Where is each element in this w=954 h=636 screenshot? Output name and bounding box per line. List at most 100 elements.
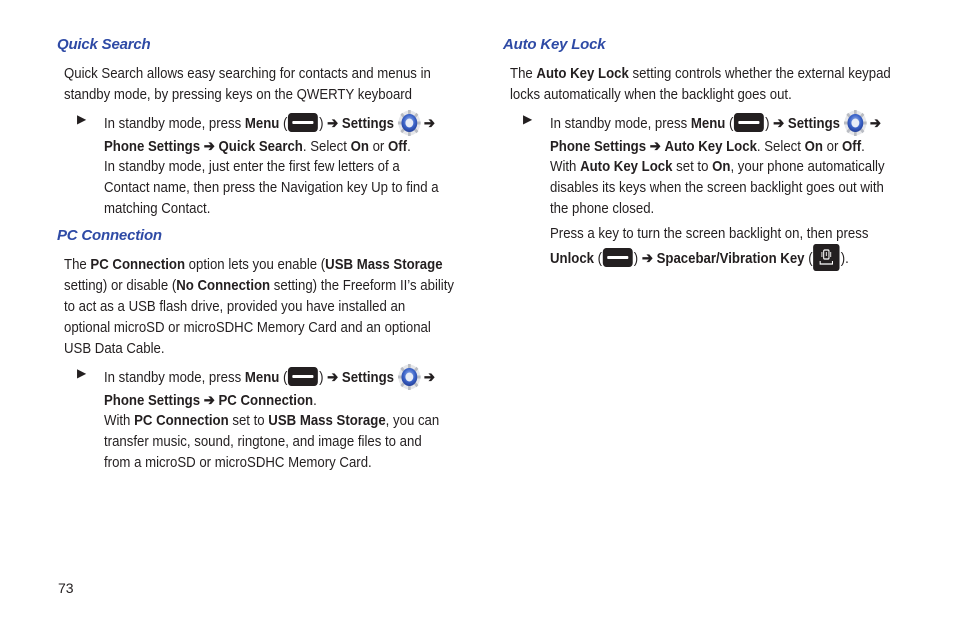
text: ( (804, 250, 813, 267)
unlock-label: Unlock (550, 250, 595, 267)
text-line: The PC Connection option lets you enable… (64, 254, 458, 275)
text-line: disables its keys when the screen backli… (550, 179, 884, 196)
text-line: Quick Search allows easy searching for c… (64, 65, 431, 82)
menu-key-icon (602, 248, 633, 267)
text: ( (279, 115, 288, 132)
text: ( (597, 250, 603, 267)
text-line: In standby mode, just enter the first fe… (104, 158, 400, 175)
text: set to (228, 412, 269, 429)
text: USB Mass Storage (325, 256, 443, 273)
text-line: Unlock () ➔ Spacebar/Vibration Key (). (550, 244, 911, 271)
text-line: standby mode, by pressing keys on the QW… (64, 86, 413, 103)
bullet-icon: ▶ (77, 366, 87, 380)
gear-icon (844, 110, 867, 136)
text-line: USB Data Cable. (64, 340, 165, 357)
text: setting) the Freeform II’s ability (270, 277, 455, 294)
on-label: On (350, 138, 369, 155)
arrow-icon: ➔ (327, 115, 339, 132)
section-heading-quick-search: Quick Search (57, 36, 151, 53)
auto-key-lock-unlock: Press a key to turn the screen backlight… (550, 223, 911, 271)
menu-label: Menu (244, 115, 280, 132)
menu-label: Menu (690, 115, 726, 132)
text: or (368, 138, 389, 155)
text: set to (672, 158, 713, 175)
text: Auto Key Lock (536, 65, 629, 82)
settings-label: Settings (341, 115, 395, 132)
settings-label: Settings (341, 369, 395, 386)
on-label: On (804, 138, 823, 155)
phone-settings-label: Phone Settings (550, 138, 647, 155)
pc-connection-label: PC Connection (218, 392, 314, 409)
menu-key-icon (288, 367, 319, 386)
text: , you can (385, 412, 440, 429)
text-line: Press a key to turn the screen backlight… (550, 225, 869, 242)
text: ) (319, 369, 328, 386)
bullet-icon: ▶ (523, 112, 533, 126)
text: In standby mode, press (104, 115, 245, 132)
vibration-key-icon (813, 244, 840, 271)
text: No Connection (176, 277, 271, 294)
menu-label: Menu (244, 369, 280, 386)
text-line: With Auto Key Lock set to On, your phone… (550, 156, 911, 177)
text: ) (319, 115, 328, 132)
section-heading-pc-connection: PC Connection (57, 227, 162, 244)
text: option lets you enable ( (185, 256, 326, 273)
arrow-icon: ➔ (641, 250, 653, 267)
text-line: setting) or disable (No Connection setti… (64, 275, 458, 296)
text-line: transfer music, sound, ringtone, and ima… (104, 433, 422, 450)
quick-search-note: In standby mode, just enter the first fe… (104, 156, 465, 219)
text: . Select (756, 138, 805, 155)
text: PC Connection (134, 412, 229, 429)
text: . (313, 392, 317, 409)
quick-search-label: Quick Search (218, 138, 303, 155)
text-line: Phone Settings ➔ Quick Search. Select On… (104, 136, 465, 157)
quick-search-intro: Quick Search allows easy searching for c… (64, 63, 458, 105)
text-line: Phone Settings ➔ PC Connection. (104, 390, 465, 411)
auto-key-lock-intro: The Auto Key Lock setting controls wheth… (510, 63, 904, 105)
text: . (861, 138, 865, 155)
text: ). (840, 250, 849, 267)
text: In standby mode, press (550, 115, 691, 132)
text: With (104, 412, 135, 429)
arrow-icon: ➔ (773, 115, 785, 132)
arrow-icon: ➔ (869, 115, 881, 132)
text-line: matching Contact. (104, 200, 211, 217)
text: The (64, 256, 91, 273)
text-line: The Auto Key Lock setting controls wheth… (510, 63, 904, 84)
text: PC Connection (90, 256, 186, 273)
phone-settings-label: Phone Settings (104, 138, 201, 155)
page-number: 73 (58, 580, 74, 596)
off-label: Off (388, 138, 408, 155)
arrow-icon: ➔ (649, 138, 661, 155)
text: In standby mode, press (104, 369, 245, 386)
text-line: With PC Connection set to USB Mass Stora… (104, 410, 465, 431)
settings-label: Settings (787, 115, 841, 132)
text: or (822, 138, 843, 155)
gear-icon (398, 364, 421, 390)
text-line: In standby mode, press Menu () ➔ Setting… (104, 110, 465, 136)
arrow-icon: ➔ (423, 115, 435, 132)
spacebar-label: Spacebar/Vibration Key (656, 250, 805, 267)
step-text: In standby mode, press Menu () ➔ Setting… (550, 110, 911, 157)
text: ) (765, 115, 774, 132)
section-heading-auto-key-lock: Auto Key Lock (503, 36, 606, 53)
text: setting) or disable ( (64, 277, 177, 294)
text-line: In standby mode, press Menu () ➔ Setting… (550, 110, 911, 136)
text: Auto Key Lock (580, 158, 673, 175)
pc-connection-intro: The PC Connection option lets you enable… (64, 254, 458, 359)
arrow-icon: ➔ (203, 392, 215, 409)
arrow-icon: ➔ (203, 138, 215, 155)
text-line: In standby mode, press Menu () ➔ Setting… (104, 364, 465, 390)
text: . (407, 138, 411, 155)
text-line: from a microSD or microSDHC Memory Card. (104, 454, 372, 471)
text-line: Phone Settings ➔ Auto Key Lock. Select O… (550, 136, 911, 157)
off-label: Off (842, 138, 862, 155)
auto-key-lock-label: Auto Key Lock (664, 138, 757, 155)
text: The (510, 65, 537, 82)
menu-key-icon (734, 113, 765, 132)
arrow-icon: ➔ (423, 369, 435, 386)
bullet-icon: ▶ (77, 112, 87, 126)
text: With (550, 158, 581, 175)
text: setting controls whether the external ke… (628, 65, 891, 82)
step-text: In standby mode, press Menu () ➔ Setting… (104, 110, 465, 157)
